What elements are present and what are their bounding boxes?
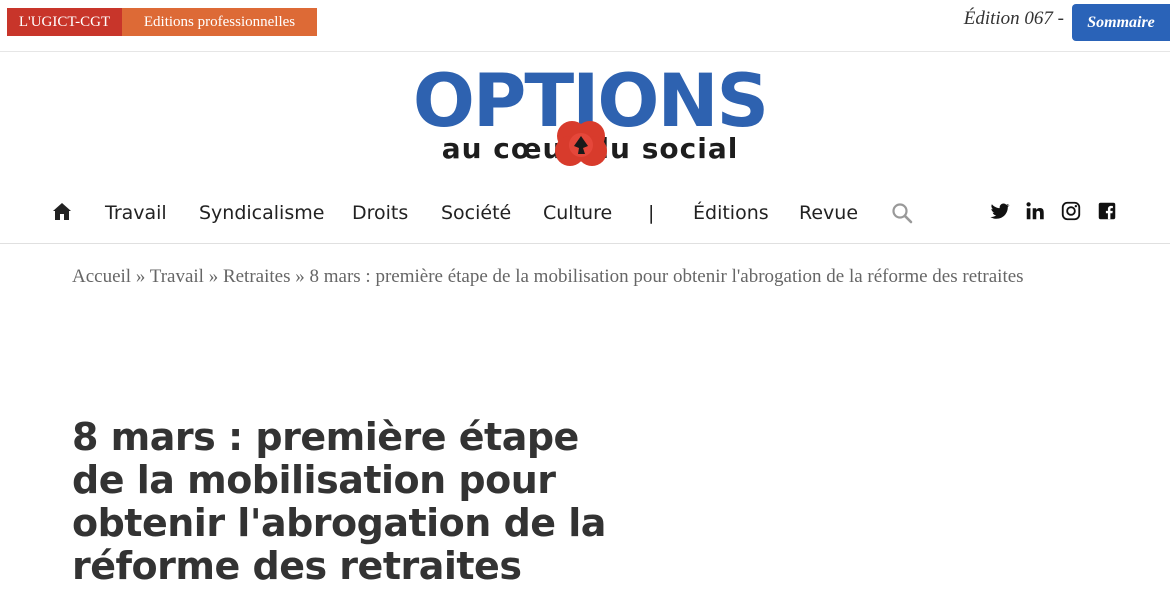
ugict-cgt-link[interactable]: L'UGICT-CGT [7, 8, 122, 36]
breadcrumb-separator: » [135, 266, 146, 287]
top-bar: L'UGICT-CGT Editions professionnelles Éd… [0, 0, 1170, 52]
breadcrumb-retraites[interactable]: Retraites [223, 266, 291, 287]
sommaire-button[interactable]: Sommaire [1072, 4, 1170, 41]
nav-revue[interactable]: Revue [799, 202, 858, 224]
main-nav: Travail Syndicalisme Droits Société Cult… [0, 190, 1170, 244]
breadcrumb-current: 8 mars : première étape de la mobilisati… [309, 266, 1024, 287]
nav-separator: | [648, 202, 655, 224]
nav-culture[interactable]: Culture [543, 202, 612, 224]
nav-syndicalisme[interactable]: Syndicalisme [199, 202, 324, 224]
nav-societe[interactable]: Société [441, 202, 511, 224]
twitter-icon[interactable] [989, 200, 1011, 222]
breadcrumb-separator: » [208, 266, 219, 287]
facebook-icon[interactable] [1096, 200, 1118, 222]
article-title: 8 mars : première étape de la mobilisati… [72, 415, 606, 588]
breadcrumb-separator: » [295, 266, 305, 287]
breadcrumb-accueil[interactable]: Accueil [72, 266, 131, 287]
search-icon[interactable] [891, 202, 913, 224]
site-logo[interactable]: OPTIONS au cœur du social [412, 62, 772, 175]
edition-number: Édition 067 - [963, 8, 1064, 29]
breadcrumb-travail[interactable]: Travail [150, 266, 204, 287]
poppy-icon [555, 121, 607, 166]
linkedin-icon[interactable] [1024, 200, 1046, 222]
nav-editions[interactable]: Éditions [693, 202, 769, 224]
instagram-icon[interactable] [1060, 200, 1082, 222]
home-icon[interactable] [52, 202, 72, 222]
editions-professionnelles-link[interactable]: Editions professionnelles [122, 8, 317, 36]
nav-droits[interactable]: Droits [352, 202, 408, 224]
breadcrumb: Accueil » Travail » Retraites » 8 mars :… [72, 266, 1072, 288]
nav-travail[interactable]: Travail [105, 202, 167, 224]
